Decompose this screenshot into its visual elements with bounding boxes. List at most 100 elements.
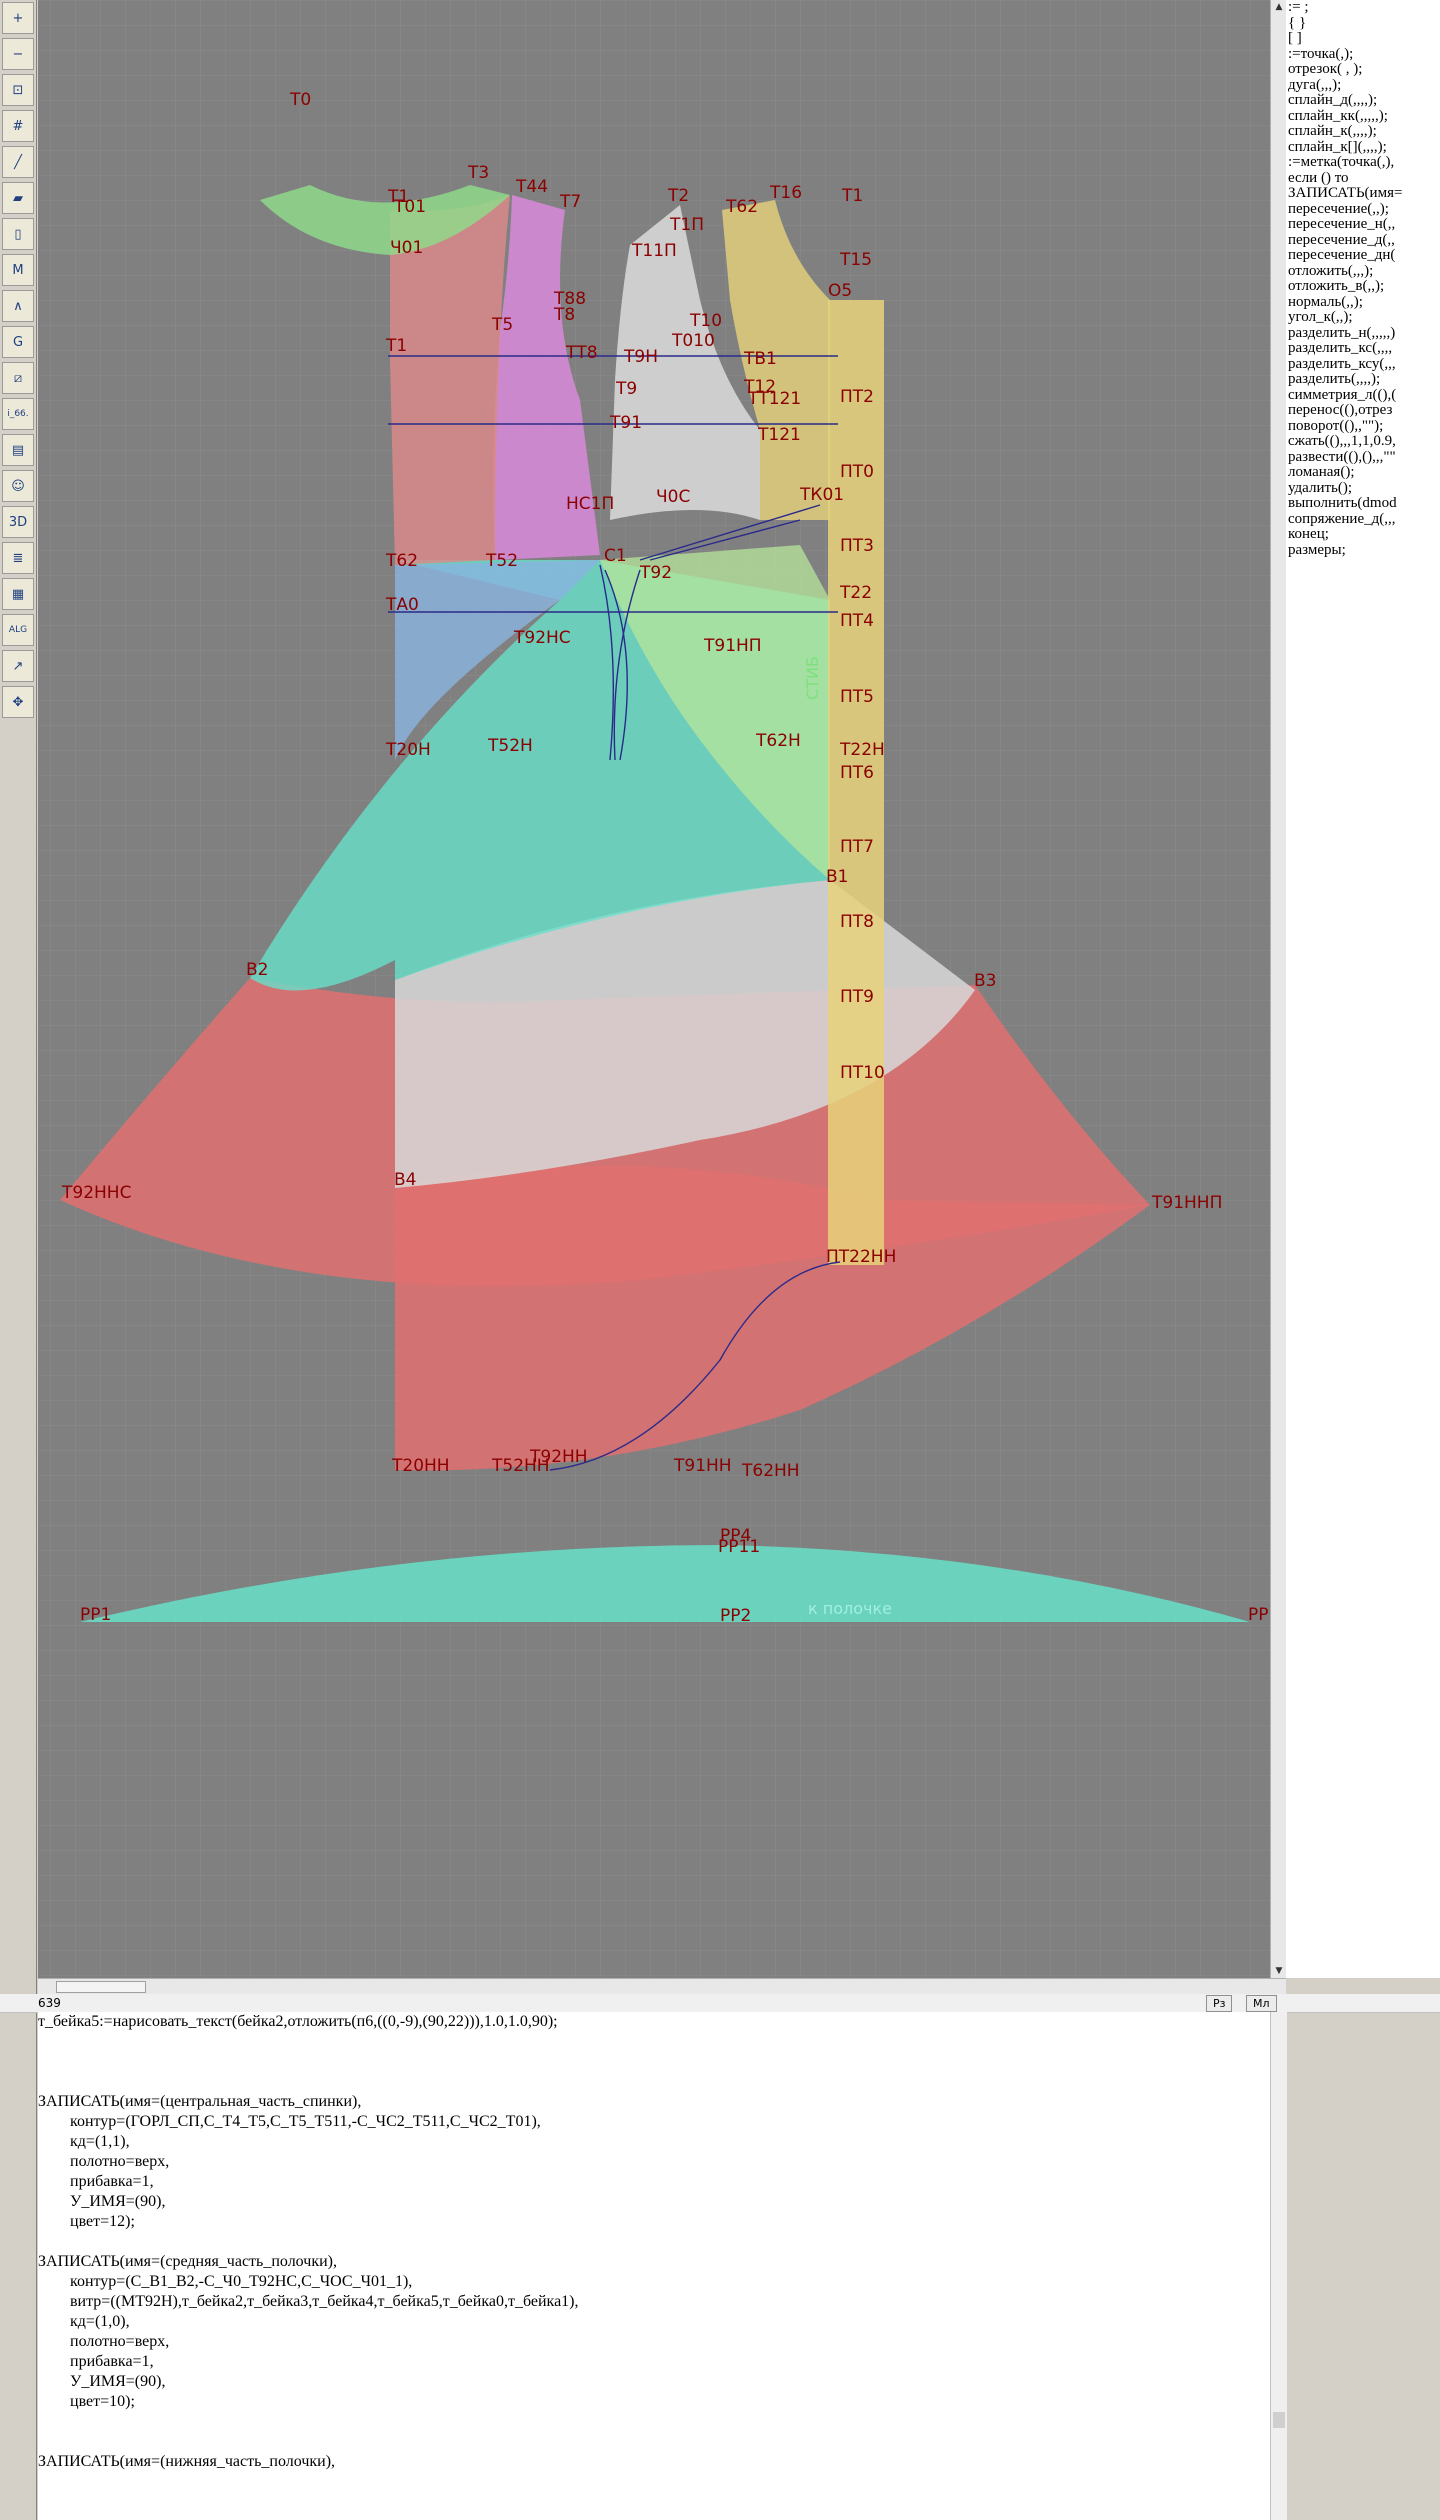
point-label: Т92ННС	[61, 1183, 131, 1203]
command-item[interactable]: :=метка(точка(,),	[1286, 154, 1440, 171]
command-item[interactable]: сопряжение_д(,,,	[1286, 511, 1440, 528]
horizontal-scroll-thumb[interactable]	[56, 1981, 146, 1993]
point-label: В4	[394, 1170, 416, 1190]
page-icon[interactable]: ▯	[2, 218, 34, 250]
drawing-canvas[interactable]: Т0 Т3 Т44 Т7 Т1 Т01 Ч01 Т2 Т16 Т1 Т62 Т1П Т11П Т15 О5 Т…	[38, 0, 1270, 1978]
command-item[interactable]: отложить_в(,,);	[1286, 278, 1440, 295]
command-item[interactable]: сплайн_кк(,,,,,);	[1286, 108, 1440, 125]
editor-line: ЗАПИСАТЬ(имя=(центральная_часть_спинки),	[38, 2093, 362, 2110]
command-item[interactable]: разделить_ксу(,,,	[1286, 356, 1440, 373]
command-item[interactable]: разделить_н(,,,,,)	[1286, 325, 1440, 342]
command-item[interactable]: пересечение(,,);	[1286, 201, 1440, 218]
point-label: Т1	[385, 336, 407, 356]
point-label: Т16	[769, 183, 802, 203]
point-label: РР11	[718, 1537, 760, 1557]
command-item[interactable]: пересечение_дн(	[1286, 247, 1440, 264]
line-tool-icon-glyph: ╱	[14, 154, 22, 170]
editor-line: полотно=верх,	[38, 2153, 170, 2170]
list-icon[interactable]: ≣	[2, 542, 34, 574]
command-item[interactable]: выполнить(dmod	[1286, 495, 1440, 512]
move-icon[interactable]: ✥	[2, 686, 34, 718]
g-tool-icon[interactable]: G	[2, 326, 34, 358]
point-label: О5	[828, 281, 852, 301]
coordinate-readout: 639	[38, 1996, 61, 2010]
point-label: ТК01	[799, 485, 844, 505]
command-item[interactable]: угол_к(,,);	[1286, 309, 1440, 326]
script-editor[interactable]: т_бейка5:=нарисовать_текст(бейка2,отложи…	[38, 2012, 1270, 2520]
command-item[interactable]: развести((),(),,,""	[1286, 449, 1440, 466]
point-label: Т92НН	[529, 1447, 588, 1467]
point-label: ТТ121	[747, 389, 801, 409]
alg-icon[interactable]: ALG	[2, 614, 34, 646]
point-label: Т1П	[669, 215, 704, 235]
zoom-in-icon[interactable]: +	[2, 2, 34, 34]
command-item[interactable]: удалить();	[1286, 480, 1440, 497]
command-item[interactable]: :=точка(,);	[1286, 46, 1440, 63]
ruler-icon[interactable]: ⧄	[2, 362, 34, 394]
zoom-fit-icon[interactable]: ⊡	[2, 74, 34, 106]
measure-icon[interactable]: ↗	[2, 650, 34, 682]
command-item[interactable]: разделить(,,,,);	[1286, 371, 1440, 388]
command-item[interactable]: := ;	[1286, 0, 1440, 16]
avatar-icon[interactable]: ☺	[2, 470, 34, 502]
line-tool-icon[interactable]: ╱	[2, 146, 34, 178]
layer-label-icon[interactable]: i_66.	[2, 398, 34, 430]
command-item[interactable]: { }	[1286, 15, 1440, 32]
point-label: Т91ННП	[1151, 1193, 1222, 1213]
command-item[interactable]: отложить(,,,);	[1286, 263, 1440, 280]
stack-icon[interactable]: ▦	[2, 578, 34, 610]
command-item[interactable]: сплайн_к(,,,,);	[1286, 123, 1440, 140]
scroll-up-arrow-icon[interactable]: ▲	[1271, 0, 1287, 14]
pattern-drawing[interactable]: Т0 Т3 Т44 Т7 Т1 Т01 Ч01 Т2 Т16 Т1 Т62 Т1П Т11П Т15 О5 Т…	[38, 0, 1270, 1978]
point-label: ПТ2	[840, 387, 874, 407]
compass-icon[interactable]: ∧	[2, 290, 34, 322]
grid-icon[interactable]: #	[2, 110, 34, 142]
command-item[interactable]: размеры;	[1286, 542, 1440, 559]
rz-button[interactable]: Рз	[1206, 1995, 1233, 2012]
command-item[interactable]: разделить_кс(,,,,	[1286, 340, 1440, 357]
command-item[interactable]: конец;	[1286, 526, 1440, 543]
measure-icon-glyph: ↗	[12, 658, 24, 674]
command-item[interactable]: отрезок( , );	[1286, 61, 1440, 78]
command-item[interactable]: ЗАПИСАТЬ(имя=	[1286, 185, 1440, 202]
3d-view-icon[interactable]: 3D	[2, 506, 34, 538]
layer-label-icon-glyph: i_66.	[7, 409, 29, 419]
point-label: Т91	[609, 413, 642, 433]
m-tool-icon[interactable]: M	[2, 254, 34, 286]
scroll-down-arrow-icon[interactable]: ▼	[1271, 1964, 1287, 1978]
fill-tool-icon[interactable]: ▰	[2, 182, 34, 214]
command-item[interactable]: пересечение_д(,,	[1286, 232, 1440, 249]
fill-tool-icon-glyph: ▰	[13, 190, 23, 206]
editor-line: цвет=10);	[38, 2393, 135, 2410]
command-item[interactable]: поворот((),,"");	[1286, 418, 1440, 435]
zoom-out-icon[interactable]: −	[2, 38, 34, 70]
command-item[interactable]: симметрия_л((),(	[1286, 387, 1440, 404]
editor-line: контур=(ГОРЛ_СП,С_Т4_Т5,С_Т5_Т511,-С_ЧС2…	[38, 2113, 541, 2130]
compass-icon-glyph: ∧	[13, 298, 23, 314]
command-item[interactable]: если () то	[1286, 170, 1440, 187]
point-label: ПТ6	[840, 763, 874, 783]
command-item[interactable]: перенос((),отрез	[1286, 402, 1440, 419]
g-tool-icon-glyph: G	[12, 334, 24, 350]
editor-line: У_ИМЯ=(90),	[38, 2373, 166, 2390]
point-label: Т20Н	[385, 740, 431, 760]
command-item[interactable]: [ ]	[1286, 30, 1440, 47]
editor-scroll-thumb[interactable]	[1273, 2412, 1285, 2428]
point-label: Т92	[639, 563, 672, 583]
command-item[interactable]: сплайн_д(,,,,);	[1286, 92, 1440, 109]
canvas-horizontal-scrollbar[interactable]	[38, 1978, 1286, 1995]
command-item[interactable]: сжать((),,,1,1,0.9,	[1286, 433, 1440, 450]
command-item[interactable]: ломаная();	[1286, 464, 1440, 481]
canvas-vertical-scrollbar[interactable]: ▲ ▼	[1270, 0, 1287, 1978]
editor-vertical-scrollbar[interactable]	[1270, 2012, 1287, 2520]
command-item[interactable]: дуга(,,,);	[1286, 77, 1440, 94]
ml-button[interactable]: Мл	[1246, 1995, 1277, 2012]
command-item[interactable]: пересечение_н(,,	[1286, 216, 1440, 233]
command-item[interactable]: сплайн_к[](,,,,);	[1286, 139, 1440, 156]
page-icon-glyph: ▯	[14, 226, 22, 242]
table-icon[interactable]: ▤	[2, 434, 34, 466]
command-item[interactable]: нормаль(,,);	[1286, 294, 1440, 311]
